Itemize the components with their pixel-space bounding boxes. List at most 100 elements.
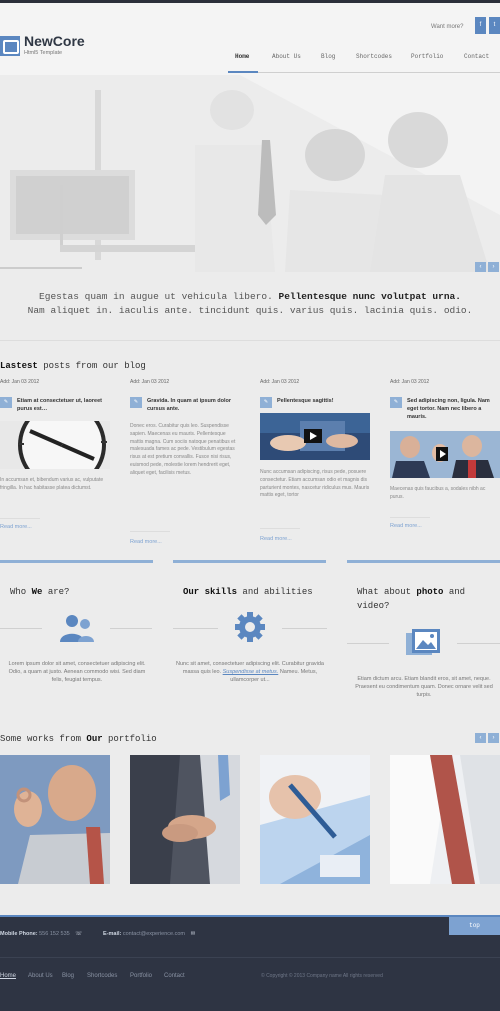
footer-divider xyxy=(0,957,500,958)
nav-contact[interactable]: Contact xyxy=(464,53,489,60)
users-icon xyxy=(60,615,94,642)
want-more-label: Want more? xyxy=(431,24,464,30)
nav-blog[interactable]: Blog xyxy=(321,53,335,60)
blog-title-bold: Lastest xyxy=(0,361,38,371)
brand-subtitle: Html5 Template xyxy=(24,50,63,56)
portfolio-title-pre: Some works from xyxy=(0,734,82,744)
phone-label: Mobile Phone: xyxy=(0,931,38,937)
footer-link-shortcodes[interactable]: Shortcodes xyxy=(87,973,117,979)
footer-phone: Mobile Phone: 556 152 535 ☏ xyxy=(0,931,82,937)
post-date: Add: Jan 03 2012 xyxy=(260,379,300,385)
feature-title-pre: What about xyxy=(357,587,412,597)
hero-office-photo xyxy=(0,75,500,272)
read-more-link[interactable]: Read more... xyxy=(260,536,292,542)
post-title[interactable]: Pellentesque sagittis! xyxy=(277,397,369,405)
post-excerpt: Maecenas quis faucibus a, sodales nibh a… xyxy=(390,486,486,500)
footer-link-home[interactable]: Home xyxy=(0,973,16,979)
hero-prev-button[interactable]: ‹ xyxy=(475,262,486,272)
post-title[interactable]: Sed adipiscing non, ligula. Nam eget tor… xyxy=(407,397,499,421)
nav-underline xyxy=(228,72,500,73)
tagline-part1: Egestas quam in augue ut vehicula libero… xyxy=(39,291,273,302)
mail-icon: ✉ xyxy=(190,931,196,937)
divider xyxy=(0,340,500,341)
nav-shortcodes[interactable]: Shortcodes xyxy=(356,53,392,60)
back-to-top-button[interactable]: top xyxy=(449,917,500,935)
post-date: Add: Jan 03 2012 xyxy=(130,379,170,385)
post-date: Add: Jan 03 2012 xyxy=(0,379,40,385)
post-image-clock[interactable] xyxy=(0,421,110,469)
read-more-link[interactable]: Read more... xyxy=(0,524,32,530)
footer-link-contact[interactable]: Contact xyxy=(164,973,185,979)
portfolio-item[interactable] xyxy=(260,755,370,884)
nav-about-us[interactable]: About Us xyxy=(272,53,301,60)
feature-title-post: are? xyxy=(47,587,70,597)
feature-line xyxy=(282,628,327,629)
footer-link-blog[interactable]: Blog xyxy=(62,973,74,979)
portfolio-next-button[interactable]: › xyxy=(488,733,499,743)
feature-title-post: and abilities xyxy=(242,587,313,597)
hero-progress-bar xyxy=(0,267,82,269)
hero-next-button[interactable]: › xyxy=(488,262,499,272)
post-separator xyxy=(0,518,40,519)
post-excerpt: Donec eros. Curabitur quis leo. Suspendi… xyxy=(130,423,236,476)
post-image-people[interactable] xyxy=(390,431,500,478)
portfolio-item[interactable] xyxy=(130,755,240,884)
footer-link-portfolio[interactable]: Portfolio xyxy=(130,973,152,979)
feature-line xyxy=(173,628,218,629)
portfolio-section-title: Some works from Our portfolio xyxy=(0,734,157,744)
feature-text: Nunc sit amet, consectetuer adipiscing e… xyxy=(176,660,324,684)
portfolio-title-post: portfolio xyxy=(108,734,157,744)
feature-title-bold: We xyxy=(31,587,43,597)
tagline-line2: Nam aliquet in. iaculis ante. tincidunt … xyxy=(27,305,473,316)
email-label: E-mail: xyxy=(103,931,122,937)
feature-title-skills: Our skills and abilities xyxy=(183,585,313,599)
portfolio-title-bold: Our xyxy=(86,734,103,744)
feature-line xyxy=(110,628,152,629)
read-more-link[interactable]: Read more... xyxy=(390,523,422,529)
feature-text: Etiam dictum arcu. Etiam blandit eros, s… xyxy=(355,676,493,698)
blog-title-rest: posts from our blog xyxy=(43,361,146,371)
nav-home[interactable]: Home xyxy=(235,53,249,60)
feature-line xyxy=(347,643,389,644)
brand-name[interactable]: NewCore xyxy=(24,33,85,49)
email-value[interactable]: contact@experience.com xyxy=(123,931,185,937)
post-title[interactable]: Gravida. In quam at ipsum dolor cursus a… xyxy=(147,397,239,413)
feature-line xyxy=(0,628,42,629)
facebook-icon[interactable]: f xyxy=(475,17,486,34)
tagline: Egestas quam in augue ut vehicula libero… xyxy=(0,290,500,318)
section-divider xyxy=(0,560,153,563)
feature-link[interactable]: Suspendisse at metus. xyxy=(223,669,279,675)
blog-section-title: Lastest posts from our blog xyxy=(0,361,146,371)
section-divider xyxy=(347,560,500,563)
feature-line xyxy=(457,643,500,644)
post-excerpt: In accumsan et, bibendum varius ac, vulp… xyxy=(0,477,104,491)
nav-portfolio[interactable]: Portfolio xyxy=(411,53,443,60)
post-excerpt: Nunc accumsan adipiscing, risus pede, po… xyxy=(260,469,370,499)
logo-icon[interactable] xyxy=(0,36,20,56)
feature-text: Lorem ipsum dolor sit amet, consectetuer… xyxy=(8,661,146,683)
read-more-link[interactable]: Read more... xyxy=(130,539,162,545)
post-separator xyxy=(390,517,430,518)
post-separator xyxy=(130,531,170,532)
section-divider xyxy=(173,560,326,563)
portfolio-prev-button[interactable]: ‹ xyxy=(475,733,486,743)
feature-title-who: Who We are? xyxy=(10,585,69,599)
post-date: Add: Jan 03 2012 xyxy=(390,379,430,385)
portfolio-item[interactable] xyxy=(390,755,500,884)
post-title[interactable]: Etiam at consectetuer ut, laoreet purus … xyxy=(17,397,109,413)
comment-icon: ✎ xyxy=(0,397,12,408)
feature-title-bold: photo xyxy=(416,587,444,597)
gear-icon xyxy=(235,612,265,642)
comment-icon: ✎ xyxy=(390,397,402,408)
header: NewCore Html5 Template Want more? f t Ho… xyxy=(0,3,500,75)
post-separator xyxy=(260,528,300,529)
copyright-text: © Copyright © 2013 Company name All righ… xyxy=(261,973,383,979)
post-image-video[interactable] xyxy=(260,413,370,460)
footer-link-about-us[interactable]: About Us xyxy=(28,973,53,979)
portfolio-item[interactable] xyxy=(0,755,110,884)
nav-active-indicator xyxy=(228,71,258,73)
hero-slider-image xyxy=(0,75,500,272)
phone-value: 556 152 535 xyxy=(39,931,70,937)
comment-icon: ✎ xyxy=(260,397,272,408)
twitter-icon[interactable]: t xyxy=(489,17,500,34)
